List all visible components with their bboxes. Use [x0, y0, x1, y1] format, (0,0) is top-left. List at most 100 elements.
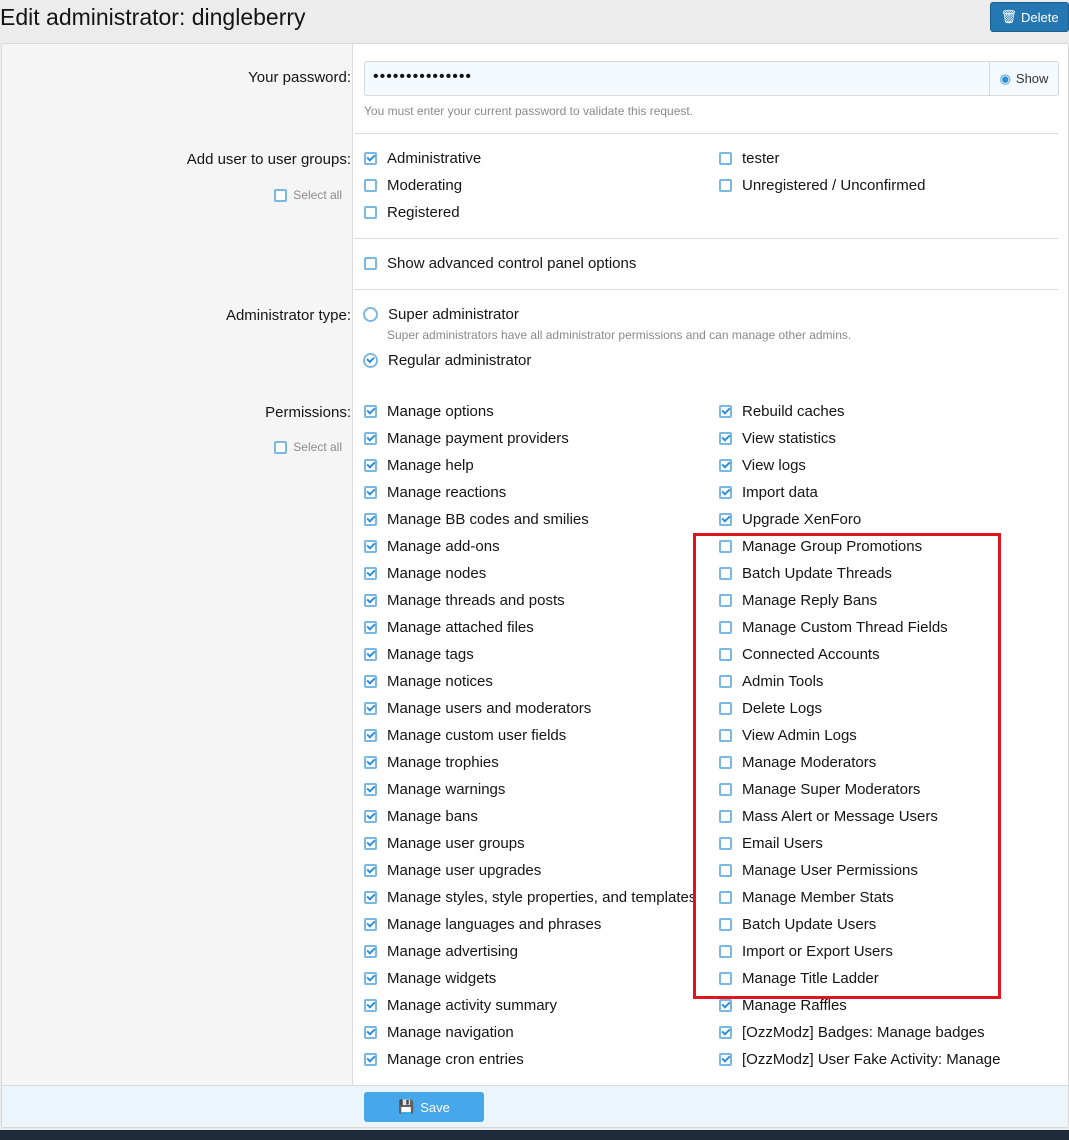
checkbox-item[interactable]: Connected Accounts — [719, 646, 880, 663]
checkbox-item[interactable]: Manage trophies — [364, 754, 499, 771]
checkbox-item[interactable]: Delete Logs — [719, 700, 822, 717]
checkbox[interactable] — [719, 783, 732, 796]
checkbox-item[interactable]: Manage Title Ladder — [719, 970, 879, 987]
delete-button[interactable]: 🗑 Delete — [990, 2, 1069, 32]
checkbox[interactable] — [364, 837, 377, 850]
checkbox[interactable] — [364, 1026, 377, 1039]
permissions-select-all[interactable]: Select all — [274, 440, 342, 454]
checkbox[interactable] — [274, 440, 288, 454]
save-button[interactable]: 💾 Save — [364, 1092, 484, 1122]
checkbox[interactable] — [719, 837, 732, 850]
checkbox-item[interactable]: Manage reactions — [364, 484, 506, 501]
checkbox[interactable] — [364, 179, 377, 192]
checkbox-item[interactable]: Admin Tools — [719, 673, 823, 690]
password-input[interactable]: ••••••••••••••• — [365, 62, 989, 95]
checkbox[interactable] — [719, 729, 732, 742]
checkbox[interactable] — [364, 864, 377, 877]
checkbox-item[interactable]: Manage warnings — [364, 781, 505, 798]
checkbox-item[interactable]: Email Users — [719, 835, 823, 852]
checkbox-item[interactable]: Rebuild caches — [719, 403, 845, 420]
checkbox-item[interactable]: Upgrade XenForo — [719, 511, 861, 528]
password-field[interactable]: ••••••••••••••• ◉ Show — [364, 61, 1059, 96]
checkbox-item[interactable]: Manage user groups — [364, 835, 525, 852]
checkbox[interactable] — [364, 891, 377, 904]
checkbox[interactable] — [364, 729, 377, 742]
checkbox[interactable] — [364, 972, 377, 985]
radio-super-admin[interactable]: Super administrator — [363, 306, 519, 323]
checkbox-item[interactable]: View statistics — [719, 430, 836, 447]
radio[interactable] — [363, 353, 378, 368]
checkbox[interactable] — [719, 999, 732, 1012]
checkbox[interactable] — [274, 188, 288, 202]
checkbox-item[interactable]: Import data — [719, 484, 818, 501]
checkbox[interactable] — [364, 1053, 377, 1066]
checkbox[interactable] — [719, 945, 732, 958]
checkbox[interactable] — [719, 810, 732, 823]
checkbox-item[interactable]: Manage User Permissions — [719, 862, 918, 879]
checkbox[interactable] — [719, 702, 732, 715]
checkbox-item[interactable]: Manage custom user fields — [364, 727, 566, 744]
checkbox[interactable] — [364, 999, 377, 1012]
checkbox-item[interactable]: Manage widgets — [364, 970, 496, 987]
checkbox[interactable] — [719, 152, 732, 165]
checkbox-item[interactable]: Manage Raffles — [719, 997, 847, 1014]
checkbox-item[interactable]: tester — [719, 150, 780, 167]
checkbox-item[interactable]: Manage threads and posts — [364, 592, 565, 609]
checkbox[interactable] — [364, 486, 377, 499]
checkbox[interactable] — [364, 648, 377, 661]
checkbox[interactable] — [364, 459, 377, 472]
checkbox[interactable] — [719, 756, 732, 769]
checkbox[interactable] — [719, 972, 732, 985]
checkbox-item[interactable]: Unregistered / Unconfirmed — [719, 177, 925, 194]
checkbox-item[interactable]: Manage activity summary — [364, 997, 557, 1014]
checkbox-item[interactable]: [OzzModz] User Fake Activity: Manage — [719, 1051, 1000, 1068]
checkbox[interactable] — [364, 783, 377, 796]
checkbox[interactable] — [364, 152, 377, 165]
checkbox-item[interactable]: [OzzModz] Badges: Manage badges — [719, 1024, 985, 1041]
checkbox[interactable] — [364, 810, 377, 823]
checkbox[interactable] — [719, 459, 732, 472]
checkbox-item[interactable]: Manage Super Moderators — [719, 781, 920, 798]
checkbox-item[interactable]: View logs — [719, 457, 806, 474]
checkbox-item[interactable]: Batch Update Threads — [719, 565, 892, 582]
checkbox[interactable] — [719, 1026, 732, 1039]
checkbox-item[interactable]: Moderating — [364, 177, 462, 194]
checkbox-item[interactable]: Manage bans — [364, 808, 478, 825]
checkbox-item[interactable]: Manage cron entries — [364, 1051, 524, 1068]
checkbox-item[interactable]: Manage navigation — [364, 1024, 514, 1041]
checkbox-item[interactable]: Manage users and moderators — [364, 700, 591, 717]
checkbox-item[interactable]: Manage Moderators — [719, 754, 876, 771]
checkbox[interactable] — [364, 405, 377, 418]
checkbox-item[interactable]: Administrative — [364, 150, 481, 167]
checkbox[interactable] — [719, 432, 732, 445]
advanced-options-checkbox[interactable]: Show advanced control panel options — [364, 255, 636, 272]
checkbox-item[interactable]: Manage Member Stats — [719, 889, 894, 906]
checkbox[interactable] — [719, 864, 732, 877]
checkbox[interactable] — [364, 513, 377, 526]
show-password-button[interactable]: ◉ Show — [989, 62, 1058, 95]
checkbox[interactable] — [719, 513, 732, 526]
checkbox-item[interactable]: Manage add-ons — [364, 538, 500, 555]
checkbox-item[interactable]: Registered — [364, 204, 460, 221]
checkbox[interactable] — [719, 179, 732, 192]
checkbox-item[interactable]: Import or Export Users — [719, 943, 893, 960]
user-groups-select-all[interactable]: Select all — [274, 188, 342, 202]
checkbox[interactable] — [719, 405, 732, 418]
checkbox-item[interactable]: View Admin Logs — [719, 727, 857, 744]
checkbox-item[interactable]: Manage languages and phrases — [364, 916, 601, 933]
checkbox-item[interactable]: Manage attached files — [364, 619, 534, 636]
checkbox-item[interactable]: Manage Group Promotions — [719, 538, 922, 555]
checkbox[interactable] — [364, 567, 377, 580]
checkbox-item[interactable]: Manage Custom Thread Fields — [719, 619, 948, 636]
checkbox[interactable] — [719, 594, 732, 607]
checkbox-item[interactable]: Manage styles, style properties, and tem… — [364, 889, 696, 906]
checkbox-item[interactable]: Manage BB codes and smilies — [364, 511, 589, 528]
checkbox[interactable] — [364, 257, 377, 270]
checkbox-item[interactable]: Manage user upgrades — [364, 862, 541, 879]
checkbox[interactable] — [719, 486, 732, 499]
checkbox[interactable] — [719, 1053, 732, 1066]
checkbox[interactable] — [719, 918, 732, 931]
checkbox[interactable] — [719, 540, 732, 553]
checkbox-item[interactable]: Manage tags — [364, 646, 474, 663]
checkbox-item[interactable]: Manage nodes — [364, 565, 486, 582]
